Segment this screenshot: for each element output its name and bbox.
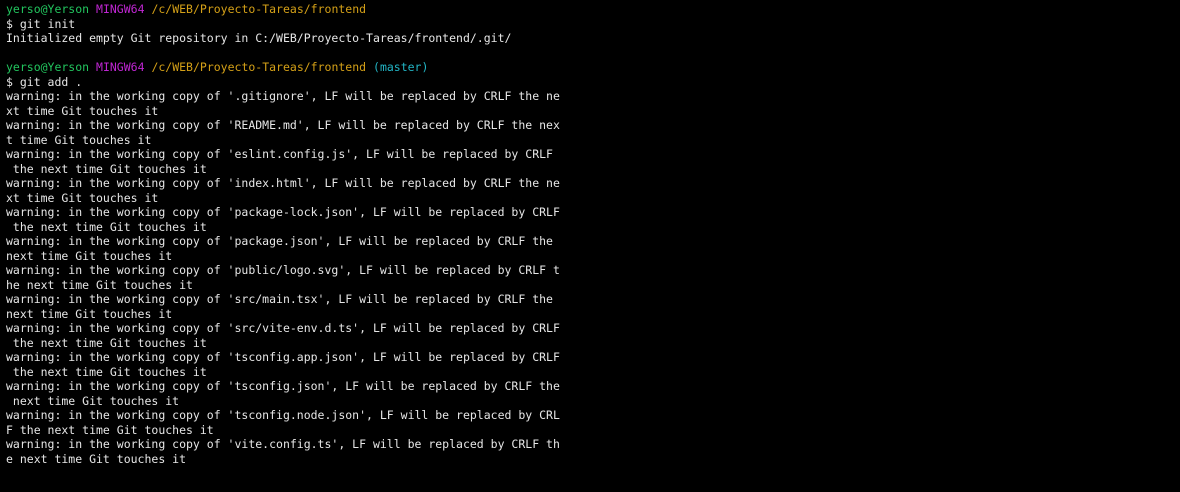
output-line: the next time Git touches it	[6, 219, 207, 234]
prompt-path: /c/WEB/Proyecto-Tareas/frontend	[151, 2, 367, 16]
output-line: warning: in the working copy of 'src/mai…	[6, 292, 553, 306]
output-line: e next time Git touches it	[6, 451, 187, 466]
command-line: $ git add .	[6, 74, 83, 89]
output-line: warning: in the working copy of 'tsconfi…	[6, 408, 560, 422]
prompt-user: yerso@Yerson	[6, 60, 90, 74]
output-line: Initialized empty Git repository in C:/W…	[6, 31, 512, 45]
output-line: F the next time Git touches it	[6, 422, 214, 437]
terminal-window[interactable]: yerso@Yerson MINGW64 /c/WEB/Proyecto-Tar…	[0, 0, 1180, 492]
output-line: warning: in the working copy of 'eslint.…	[6, 147, 553, 161]
output-line: warning: in the working copy of 'tsconfi…	[6, 379, 560, 393]
output-line: the next time Git touches it	[6, 161, 207, 176]
output-line: warning: in the working copy of 'README.…	[6, 118, 560, 132]
prompt-line: yerso@Yerson MINGW64 /c/WEB/Proyecto-Tar…	[6, 2, 1174, 17]
output-line: he next time Git touches it	[6, 277, 193, 292]
output-line: next time Git touches it	[6, 248, 173, 263]
output-line: the next time Git touches it	[6, 335, 207, 350]
output-line: warning: in the working copy of 'public/…	[6, 263, 560, 277]
prompt-branch: (master)	[373, 60, 429, 74]
output-line: the next time Git touches it	[6, 364, 207, 379]
output-line: next time Git touches it	[6, 306, 173, 321]
output-line: warning: in the working copy of 'src/vit…	[6, 321, 560, 335]
output-line: next time Git touches it	[6, 393, 180, 408]
output-line: warning: in the working copy of 'tsconfi…	[6, 350, 560, 364]
output-line: warning: in the working copy of 'package…	[6, 234, 553, 248]
prompt-path: /c/WEB/Proyecto-Tareas/frontend	[151, 60, 367, 74]
output-line: xt time Git touches it	[6, 190, 159, 205]
prompt-user: yerso@Yerson	[6, 2, 90, 16]
output-line: warning: in the working copy of 'vite.co…	[6, 437, 560, 451]
output-line: warning: in the working copy of 'package…	[6, 205, 560, 219]
output-line: warning: in the working copy of '.gitign…	[6, 89, 560, 103]
prompt-host: MINGW64	[96, 2, 145, 16]
output-line: t time Git touches it	[6, 132, 152, 147]
command-line: $ git init	[6, 16, 76, 31]
prompt-host: MINGW64	[96, 60, 145, 74]
prompt-line: yerso@Yerson MINGW64 /c/WEB/Proyecto-Tar…	[6, 60, 1174, 75]
output-line: xt time Git touches it	[6, 103, 159, 118]
output-line: warning: in the working copy of 'index.h…	[6, 176, 560, 190]
